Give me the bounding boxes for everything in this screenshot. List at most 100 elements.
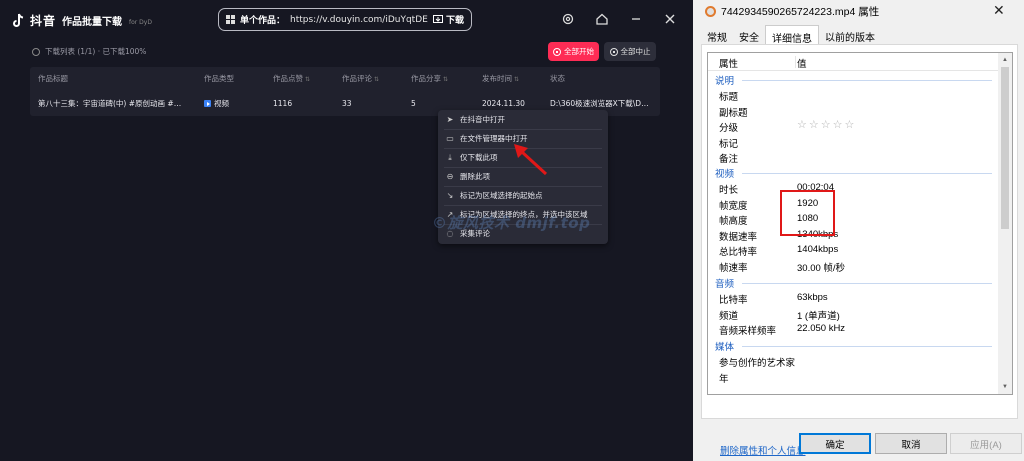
cell-status: D:\360极速浏览器X下载\D… — [550, 99, 649, 108]
send-icon: ➤ — [446, 115, 454, 124]
section-description: 说明 — [708, 72, 998, 87]
scroll-up-icon[interactable]: ▲ — [998, 53, 1012, 67]
play-circle-icon — [553, 47, 561, 56]
works-table: 作品标题 作品类型 作品点赞 ⇅ 作品评论 ⇅ 作品分享 ⇅ 发布时间 ⇅ 状态 第八十… — [30, 67, 660, 116]
sort-icon: ⇅ — [514, 75, 520, 83]
list-item[interactable]: 副标题 — [708, 103, 998, 119]
tab-details[interactable]: 详细信息 — [765, 25, 819, 45]
app-subtitle: 作品批量下载 — [62, 17, 123, 28]
window-controls — [561, 12, 677, 26]
apply-button[interactable]: 应用(A) — [950, 433, 1022, 454]
red-arrow-annotation — [514, 144, 548, 176]
stop-all-button[interactable]: 全部中止 — [604, 42, 656, 61]
list-item[interactable]: 分级 ☆☆☆☆☆ — [708, 118, 998, 134]
sort-icon: ⇅ — [305, 75, 311, 83]
minimize-icon[interactable] — [629, 12, 643, 26]
list-item[interactable]: 数据速率 1340kbps — [708, 227, 998, 243]
download-icon: ⤓ — [448, 152, 452, 162]
tab-security[interactable]: 安全 — [733, 27, 765, 44]
list-item[interactable]: 时长 00:02:04 — [708, 180, 998, 196]
menu-item-open-in-douyin[interactable]: ➤ 在抖音中打开 — [438, 110, 608, 129]
red-highlight-box — [780, 190, 835, 236]
close-icon[interactable]: ✕ — [993, 2, 1005, 19]
cell-title: 第八十三集：宇宙道碑(中) #原创动画 #… — [38, 99, 182, 108]
section-video: 视频 — [708, 165, 998, 180]
download-box-icon — [432, 15, 443, 23]
single-work-url-bar[interactable]: 单个作品： https://v.douyin.com/iDuYqtDE/ 下载 — [218, 8, 472, 31]
scroll-down-icon[interactable]: ▼ — [998, 380, 1012, 394]
col-date[interactable]: 发布时间 ⇅ — [482, 73, 542, 84]
col-status[interactable]: 状态 — [550, 73, 658, 84]
rating-stars[interactable]: ☆☆☆☆☆ — [797, 118, 856, 131]
folder-icon: ▭ — [446, 134, 454, 143]
col-comments[interactable]: 作品评论 ⇅ — [342, 73, 402, 84]
douyin-logo-icon — [12, 13, 26, 29]
download-label: 下载 — [445, 16, 464, 26]
app-title-bar: 抖音 作品批量下载 for DyD — [12, 12, 152, 29]
col-value[interactable]: 值 — [797, 56, 807, 70]
property-list[interactable]: 属性 值 说明 标题 副标题 分级 ☆☆☆☆☆ 标记 备注 视频 时长 00:02:… — [707, 52, 1013, 395]
stop-circle-icon — [609, 47, 618, 56]
list-item[interactable]: 频道 1 (单声道) — [708, 306, 998, 322]
dialog-title-bar: 7442934590265724223.mp4 属性 — [705, 4, 879, 19]
cell-likes: 1116 — [273, 99, 293, 108]
start-all-label: 全部开始 — [564, 47, 594, 56]
properties-dialog: 7442934590265724223.mp4 属性 ✕ 常规 安全 详细信息 … — [693, 0, 1024, 461]
list-item[interactable]: 帧高度 1080 — [708, 211, 998, 227]
list-item[interactable]: 帧速率 30.00 帧/秒 — [708, 258, 998, 274]
video-icon — [204, 100, 211, 107]
app-brand: 抖音 — [30, 14, 57, 28]
list-info-text: 下载列表 (1/1) · 已下载100% — [45, 47, 147, 56]
downloader-app: 抖音 作品批量下载 for DyD 单个作品： https://v.douyin… — [0, 0, 693, 461]
minus-circle-icon: ⊖ — [446, 172, 454, 181]
settings-icon[interactable] — [561, 12, 575, 26]
col-property[interactable]: 属性 — [719, 56, 738, 70]
col-title[interactable]: 作品标题 — [38, 73, 193, 84]
media-file-icon — [705, 6, 716, 17]
list-item[interactable]: 音频采样频率 22.050 kHz — [708, 321, 998, 337]
download-button[interactable]: 下载 — [432, 13, 464, 26]
cell-type: 视频 — [204, 98, 264, 109]
range-start-icon: ↘ — [446, 191, 454, 200]
table-header: 作品标题 作品类型 作品点赞 ⇅ 作品评论 ⇅ 作品分享 ⇅ 发布时间 ⇅ 状态 — [30, 67, 660, 89]
list-item[interactable]: 年 — [708, 369, 998, 385]
ok-button[interactable]: 确定 — [799, 433, 871, 454]
col-type[interactable]: 作品类型 — [204, 73, 264, 84]
menu-item-range-start[interactable]: ↘ 标记为区域选择的起始点 — [438, 186, 608, 205]
close-icon[interactable] — [663, 12, 677, 26]
vertical-scrollbar[interactable]: ▲ ▼ — [998, 53, 1012, 394]
list-item[interactable]: 标记 — [708, 134, 998, 150]
dialog-tabs: 常规 安全 详细信息 以前的版本 — [701, 25, 881, 45]
list-item[interactable]: 参与创作的艺术家 — [708, 353, 998, 369]
section-audio: 音频 — [708, 275, 998, 290]
col-shares[interactable]: 作品分享 ⇅ — [411, 73, 471, 84]
app-for-label: for DyD — [129, 18, 152, 26]
section-media: 媒体 — [708, 338, 998, 353]
sort-icon: ⇅ — [374, 75, 380, 83]
watermark: ©旋风技术 dmjf.top — [432, 214, 591, 232]
sort-icon: ⇅ — [443, 75, 449, 83]
property-list-header: 属性 值 — [708, 53, 998, 71]
tab-general[interactable]: 常规 — [701, 27, 733, 44]
home-icon[interactable] — [595, 12, 609, 26]
list-item[interactable]: 备注 — [708, 149, 998, 165]
list-item[interactable]: 比特率 63kbps — [708, 290, 998, 306]
details-panel: 属性 值 说明 标题 副标题 分级 ☆☆☆☆☆ 标记 备注 视频 时长 00:02:… — [701, 44, 1018, 457]
cancel-button[interactable]: 取消 — [875, 433, 947, 454]
start-all-button[interactable]: 全部开始 — [548, 42, 599, 61]
cell-date: 2024.11.30 — [482, 99, 525, 108]
cell-shares: 5 — [411, 99, 416, 108]
list-item[interactable]: 标题 — [708, 87, 998, 103]
cell-comments: 33 — [342, 99, 352, 108]
url-label: 单个作品： — [240, 16, 286, 26]
dialog-title: 7442934590265724223.mp4 属性 — [721, 6, 880, 18]
list-item[interactable]: 帧宽度 1920 — [708, 196, 998, 212]
select-all-radio[interactable] — [32, 47, 40, 56]
scrollbar-thumb[interactable] — [1001, 67, 1009, 229]
url-input[interactable]: https://v.douyin.com/iDuYqtDE/ — [290, 15, 428, 25]
grid-icon — [226, 15, 235, 24]
list-item[interactable]: 总比特率 1404kbps — [708, 242, 998, 258]
remove-properties-link[interactable]: 删除属性和个人信息 — [720, 443, 806, 457]
tab-previous-versions[interactable]: 以前的版本 — [819, 27, 881, 44]
col-likes[interactable]: 作品点赞 ⇅ — [273, 73, 333, 84]
